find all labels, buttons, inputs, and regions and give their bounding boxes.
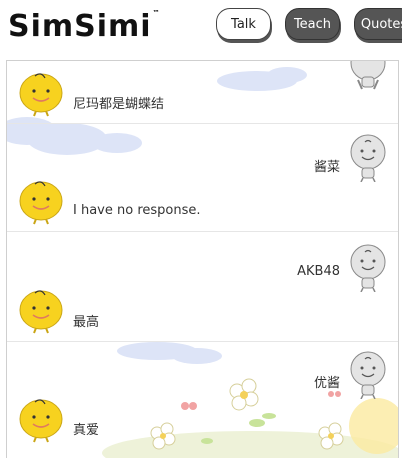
simsimi-message-text: 最高	[73, 315, 100, 330]
tab-talk[interactable]: Talk	[216, 8, 271, 40]
header: SimSimi™ Talk Teach Quotes	[0, 0, 402, 60]
tab-quotes[interactable]: Quotes	[354, 8, 402, 40]
user-avatar	[350, 351, 386, 399]
simsimi-message-text: I have no response.	[73, 203, 201, 218]
background-decoration	[7, 67, 398, 458]
user-avatar	[350, 244, 386, 292]
message-divider	[7, 123, 398, 124]
simsimi-avatar	[19, 181, 63, 225]
simsimi-app: SimSimi™ Talk Teach Quotes	[0, 0, 402, 458]
user-message-text: 优酱	[313, 376, 340, 391]
simsimi-logo[interactable]: SimSimi™	[8, 9, 161, 44]
simsimi-message-text: 真爱	[73, 423, 100, 438]
message-divider	[7, 341, 398, 342]
simsimi-avatar	[19, 290, 63, 334]
chat-log[interactable]: 尼玛都是蝴蝶结 酱菜 I have no response. AKB48 最高 …	[6, 60, 399, 458]
user-avatar	[350, 61, 386, 90]
logo-trademark: ™	[152, 9, 161, 17]
simsimi-avatar	[19, 399, 63, 443]
simsimi-avatar	[19, 73, 63, 117]
user-message-text: 酱菜	[313, 160, 340, 175]
logo-text: SimSimi	[8, 9, 152, 44]
user-avatar	[350, 134, 386, 182]
user-message-text: AKB48	[297, 264, 340, 279]
tab-teach[interactable]: Teach	[285, 8, 340, 40]
simsimi-message-text: 尼玛都是蝴蝶结	[73, 97, 165, 112]
message-divider	[7, 231, 398, 232]
